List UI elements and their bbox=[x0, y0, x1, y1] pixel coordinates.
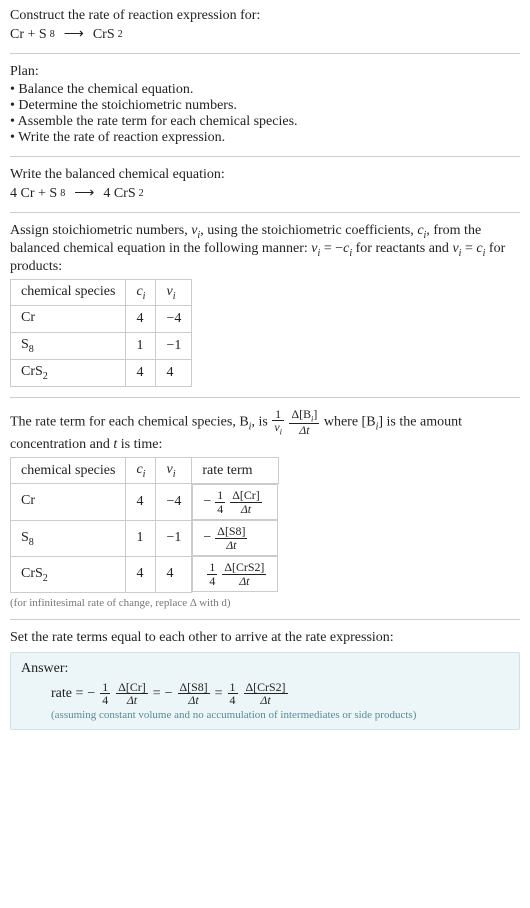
plan-item: Assemble the rate term for each chemical… bbox=[10, 114, 520, 130]
c-i: ci bbox=[417, 223, 426, 238]
col-c: ci bbox=[126, 279, 156, 306]
plan-item: Balance the chemical equation. bbox=[10, 82, 520, 98]
answer-box: Answer: rate = − 14 Δ[Cr]Δt = − Δ[S8]Δt … bbox=[10, 652, 520, 730]
frac-1-4: 14 bbox=[207, 561, 217, 587]
divider bbox=[10, 397, 520, 398]
sign: − bbox=[165, 686, 173, 702]
frac-1-4: 14 bbox=[228, 681, 238, 707]
crs2-sub: 2 bbox=[139, 188, 144, 199]
rate-term-paragraph: The rate term for each chemical species,… bbox=[10, 408, 520, 453]
eq1: νi bbox=[311, 241, 320, 256]
answer-equation: rate = − 14 Δ[Cr]Δt = − Δ[S8]Δt = 14 Δ[C… bbox=[51, 681, 509, 707]
frac-1-4: 14 bbox=[100, 681, 110, 707]
plan-header: Plan: bbox=[10, 64, 520, 80]
eq-rhs: CrS bbox=[93, 27, 115, 43]
frac-dCr-dt: Δ[Cr]Δt bbox=[116, 681, 147, 707]
table-row: Cr 4 −4 bbox=[11, 306, 192, 333]
table-row: S8 1 −1 − Δ[S8]Δt bbox=[11, 520, 279, 556]
stoich-table: chemical species ci νi Cr 4 −4 S8 1 −1 C… bbox=[10, 279, 192, 387]
infinitesimal-note: (for infinitesimal rate of change, repla… bbox=[10, 597, 520, 609]
table-row: CrS2 4 4 bbox=[11, 359, 192, 386]
balanced-equation: 4 Cr + S8 ⟶ 4 CrS 2 bbox=[10, 185, 520, 202]
text: where [B bbox=[324, 414, 376, 429]
table-row: S8 1 −1 bbox=[11, 333, 192, 360]
text: The rate term for each chemical species,… bbox=[10, 414, 249, 429]
text: , is bbox=[251, 414, 271, 429]
text: for reactants and bbox=[352, 241, 452, 256]
sign: − bbox=[203, 494, 211, 510]
s8-sub: 8 bbox=[60, 188, 65, 199]
text: , using the stoichiometric coefficients, bbox=[200, 223, 417, 238]
col-nu: νi bbox=[156, 457, 192, 484]
s8-sub: 8 bbox=[50, 29, 55, 40]
eq1r: ci bbox=[343, 241, 352, 256]
arrow-icon: ⟶ bbox=[74, 185, 94, 202]
frac-1-4: 14 bbox=[215, 489, 225, 515]
rate-term-table: chemical species ci νi rate term Cr 4 −4… bbox=[10, 457, 279, 593]
assign-paragraph: Assign stoichiometric numbers, νi, using… bbox=[10, 223, 520, 275]
equals: = bbox=[153, 686, 161, 702]
frac-dCrS2-dt: Δ[CrS2]Δt bbox=[244, 681, 288, 707]
balanced-rhs: 4 CrS bbox=[103, 186, 135, 202]
text: = − bbox=[320, 241, 343, 256]
frac-1-over-nu: 1νi bbox=[272, 408, 284, 437]
col-c: ci bbox=[126, 457, 156, 484]
col-nu: νi bbox=[156, 279, 192, 306]
frac-dS8-dt: Δ[S8]Δt bbox=[178, 681, 210, 707]
frac-dCr-dt: Δ[Cr]Δt bbox=[230, 489, 261, 515]
divider bbox=[10, 619, 520, 620]
col-rate: rate term bbox=[192, 457, 278, 484]
sign: − bbox=[203, 530, 211, 546]
col-species: chemical species bbox=[11, 457, 126, 484]
eq-lhs: Cr + S bbox=[10, 27, 47, 43]
arrow-icon: ⟶ bbox=[64, 26, 84, 43]
table-row: CrS2 4 4 14 Δ[CrS2]Δt bbox=[11, 556, 279, 592]
set-equal-text: Set the rate terms equal to each other t… bbox=[10, 630, 520, 646]
nu-i: νi bbox=[191, 223, 200, 238]
plan-list: Balance the chemical equation. Determine… bbox=[10, 82, 520, 146]
construct-heading: Construct the rate of reaction expressio… bbox=[10, 8, 520, 24]
divider bbox=[10, 156, 520, 157]
rate-label: rate = bbox=[51, 686, 83, 702]
text: Assign stoichiometric numbers, bbox=[10, 223, 191, 238]
answer-title: Answer: bbox=[21, 661, 509, 677]
equals: = bbox=[215, 686, 223, 702]
frac-dBi-dt: Δ[Bi]Δt bbox=[289, 408, 319, 437]
divider bbox=[10, 53, 520, 54]
col-species: chemical species bbox=[11, 279, 126, 306]
answer-assumption: (assuming constant volume and no accumul… bbox=[51, 709, 509, 721]
crs2-sub: 2 bbox=[118, 29, 123, 40]
table-row: Cr 4 −4 − 14 Δ[Cr]Δt bbox=[11, 484, 279, 521]
frac-dCrS2-dt: Δ[CrS2]Δt bbox=[222, 561, 266, 587]
sign: − bbox=[87, 686, 95, 702]
frac-dS8-dt: Δ[S8]Δt bbox=[215, 525, 247, 551]
divider bbox=[10, 212, 520, 213]
text: is time: bbox=[117, 437, 162, 452]
balanced-header: Write the balanced chemical equation: bbox=[10, 167, 520, 183]
plan-item: Write the rate of reaction expression. bbox=[10, 130, 520, 146]
unbalanced-equation: Cr + S8 ⟶ CrS2 bbox=[10, 26, 520, 43]
balanced-lhs: 4 Cr + S bbox=[10, 186, 57, 202]
text: = bbox=[461, 241, 476, 256]
plan-item: Determine the stoichiometric numbers. bbox=[10, 98, 520, 114]
